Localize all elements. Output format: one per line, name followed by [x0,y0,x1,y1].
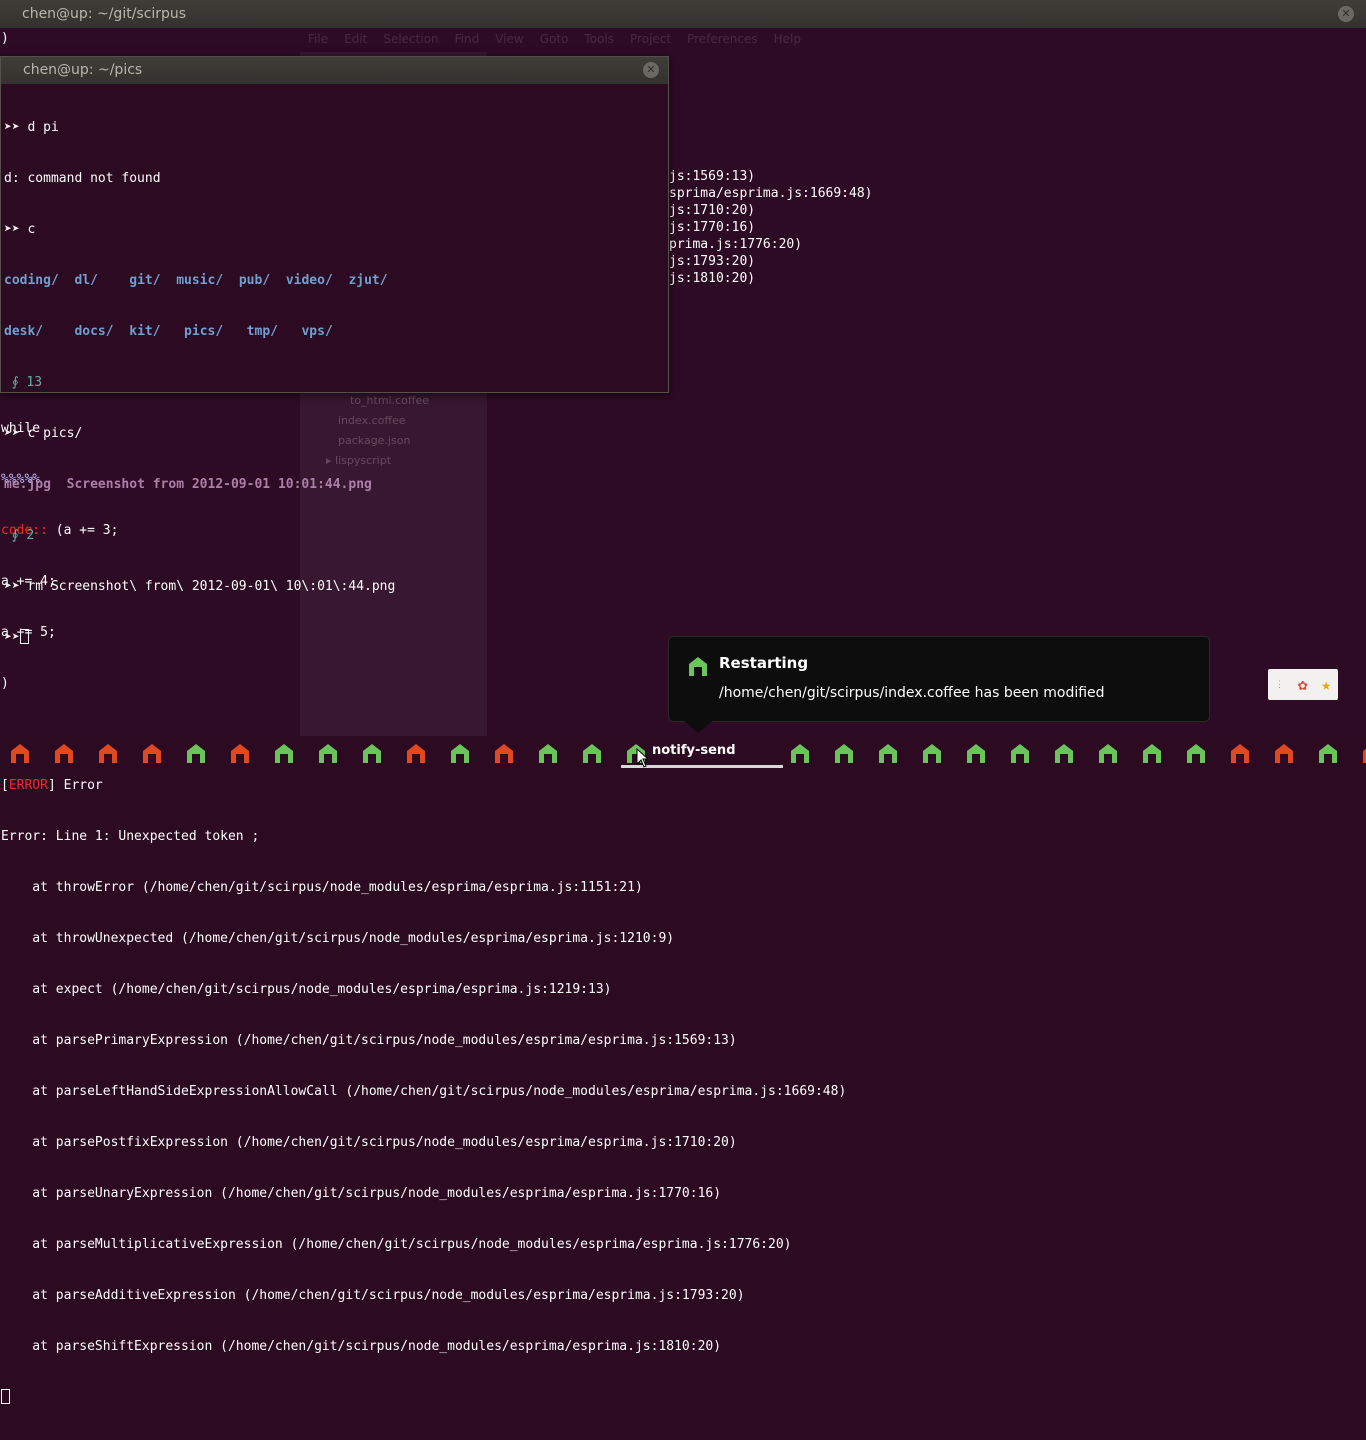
terminal-line: at parsePrimaryExpression (/home/chen/gi… [1,1033,737,1048]
notification-pointer [684,721,712,733]
terminal-line: at parseShiftExpression (/home/chen/git/… [1,1339,722,1354]
dock-app-icon[interactable] [1229,742,1251,764]
dock-app-icon[interactable] [1185,742,1207,764]
notification-body: /home/chen/git/scirpus/index.coffee has … [719,685,1105,701]
dock-app-icon[interactable] [273,742,295,764]
star-icon[interactable]: ★ [1321,675,1331,694]
pics-terminal-title: chen@up: ~/pics [23,62,143,78]
terminal-line: ) [1,31,9,46]
dock-app-icon[interactable] [1009,742,1031,764]
dock-app-icon[interactable] [833,742,855,764]
dock-app-icon[interactable] [1317,742,1339,764]
terminal-line-fragment: js:1569:13) [669,169,756,184]
dock-app-icon[interactable] [53,742,75,764]
dock-app-icon[interactable] [1361,742,1366,764]
directory-listing-row: coding/ dl/ git/ music/ pub/ video/ zjut… [4,273,388,288]
pics-terminal-output[interactable]: ➤➤ d pi d: command not found ➤➤ c coding… [4,85,668,680]
pics-terminal-window[interactable]: chen@up: ~/pics ✕ ➤➤ d pi d: command not… [0,56,669,645]
terminal-line: d: command not found [4,171,161,186]
system-tray[interactable]: ⋮ ✿ ★ [1268,669,1338,700]
terminal-input-line[interactable]: ➤➤ [4,629,668,646]
terminal-line: at parseUnaryExpression (/home/chen/git/… [1,1186,722,1201]
terminal-line: ➤➤ c pics/ [4,426,83,441]
dock-app-icon[interactable] [537,742,559,764]
dock-app-icon[interactable] [317,742,339,764]
dock-app-icon[interactable] [449,742,471,764]
dock-app-icon[interactable] [965,742,987,764]
directory-listing-row: desk/ docs/ kit/ pics/ tmp/ vps/ [4,324,333,339]
dock-app-icon[interactable] [1097,742,1119,764]
dock-app-icon[interactable] [97,742,119,764]
main-terminal-title: chen@up: ~/git/scirpus [22,6,187,22]
mouse-pointer-icon [636,747,650,772]
prompt-icon: ➤➤ [4,426,20,441]
dock-app-icon[interactable] [921,742,943,764]
terminal-line: at expect (/home/chen/git/scirpus/node_m… [1,982,612,997]
terminal-line: at parseLeftHandSideExpressionAllowCall … [1,1084,847,1099]
tray-grip-icon[interactable]: ⋮ [1275,680,1284,690]
dock-app-icon[interactable] [361,742,383,764]
pics-terminal-titlebar[interactable]: chen@up: ~/pics ✕ [1,57,668,84]
dock-app-icon[interactable] [141,742,163,764]
prompt-icon: ➤➤ [4,579,20,594]
terminal-line: ➤➤ rm Screenshot\ from\ 2012-09-01\ 10\:… [4,579,396,594]
dock-app-icon[interactable] [1141,742,1163,764]
terminal-cursor [19,629,29,644]
terminal-line-fragment: sprima/esprima.js:1669:48) [669,186,873,201]
main-terminal-close-button[interactable]: ✕ [1338,6,1354,22]
dock-app-icon[interactable] [405,742,427,764]
status-count: ∮ 2 [4,528,35,543]
terminal-line: at throwError (/home/chen/git/scirpus/no… [1,880,643,895]
terminal-line-fragment: js:1710:20) [669,203,756,218]
dock-app-icon[interactable] [9,742,31,764]
prompt-icon: ➤➤ [4,222,20,237]
dock-app-icon[interactable] [493,742,515,764]
dock-app-icon[interactable] [581,742,603,764]
terminal-line-fragment: js:1810:20) [669,271,756,286]
bottom-dock[interactable]: notify-send [0,736,1366,768]
error-tag: ERROR [8,778,48,793]
notify-app-icon [687,655,709,681]
terminal-line: [ERROR] Error [1,778,103,793]
status-count: ∮ 13 [4,375,43,390]
file-listing-row: me.jpg Screenshot from 2012-09-01 10:01:… [4,477,372,492]
dock-active-label: notify-send [652,743,736,758]
terminal-line-fragment: prima.js:1776:20) [669,237,803,252]
notification-bubble: Restarting /home/chen/git/scirpus/index.… [668,636,1210,733]
terminal-cursor-line[interactable] [1,1389,846,1406]
terminal-line: at parseAdditiveExpression (/home/chen/g… [1,1288,745,1303]
prompt-icon: ➤➤ [4,120,20,135]
dock-app-icon[interactable] [789,742,811,764]
terminal-line: at parseMultiplicativeExpression (/home/… [1,1237,792,1252]
pics-terminal-close-button[interactable]: ✕ [643,62,659,78]
dock-app-icon[interactable] [185,742,207,764]
dock-app-icon[interactable] [877,742,899,764]
terminal-line-fragment: js:1770:16) [669,220,756,235]
terminal-line: Error: Line 1: Unexpected token ; [1,829,260,844]
dock-app-icon[interactable] [1273,742,1295,764]
terminal-line: at throwUnexpected (/home/chen/git/scirp… [1,931,675,946]
terminal-cursor [1,1389,10,1404]
terminal-line: ➤➤ d pi [4,120,59,135]
dock-app-icon[interactable] [1053,742,1075,764]
terminal-line: ➤➤ c [4,222,36,237]
main-terminal-titlebar[interactable]: chen@up: ~/git/scirpus ✕ [0,0,1366,28]
dock-app-icon[interactable] [229,742,251,764]
terminal-line-fragment: js:1793:20) [669,254,756,269]
flower-icon[interactable]: ✿ [1298,675,1308,694]
notification-title: Restarting [719,654,809,672]
terminal-line: at parsePostfixExpression (/home/chen/gi… [1,1135,737,1150]
prompt-icon: ➤➤ [4,630,20,645]
